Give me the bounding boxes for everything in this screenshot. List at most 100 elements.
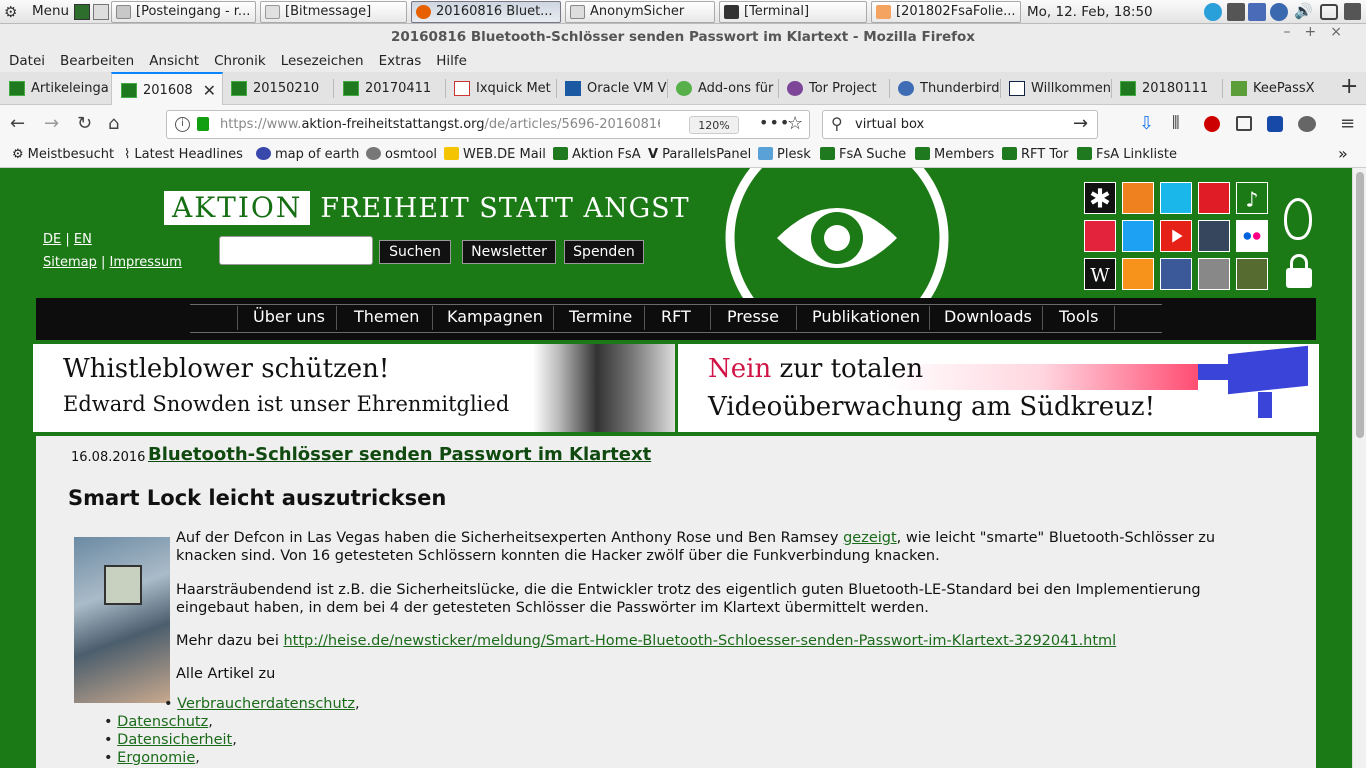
minimize-icon[interactable]: – — [1284, 24, 1305, 40]
menu-ansicht[interactable]: Ansicht — [149, 53, 199, 69]
vimeo-icon[interactable] — [1160, 182, 1192, 214]
tab[interactable]: 20170411 — [334, 72, 446, 105]
bookmark-fsa-linkliste[interactable]: FsA Linkliste — [1077, 147, 1177, 162]
impressum-link[interactable]: Impressum — [110, 255, 182, 270]
page-scrollbar[interactable] — [1352, 168, 1366, 768]
page-actions-icon[interactable]: ••• — [759, 113, 790, 132]
youtube-icon[interactable] — [1160, 220, 1192, 252]
bookmark-rft-tor[interactable]: RFT Tor — [1002, 147, 1068, 162]
sidebar-icon[interactable] — [1236, 116, 1252, 131]
bookmark-aktion-fsa[interactable]: Aktion FsA — [553, 147, 641, 162]
zoom-indicator[interactable]: 120% — [689, 116, 739, 134]
nav-downloads[interactable]: Downloads — [944, 305, 1032, 329]
tab[interactable]: Willkommen — [1000, 72, 1112, 105]
terminal-launcher-icon[interactable] — [74, 4, 90, 20]
menu-datei[interactable]: Datei — [9, 53, 45, 69]
telegram-tray-icon[interactable] — [1204, 3, 1222, 21]
rss-icon[interactable] — [1122, 182, 1154, 214]
menu-hilfe[interactable]: Hilfe — [436, 53, 467, 69]
downloads-icon[interactable]: ⇩ — [1139, 113, 1154, 135]
close-icon[interactable]: × — [1330, 24, 1356, 40]
search-input[interactable]: virtual box — [855, 117, 924, 132]
scrollbar-thumb[interactable] — [1356, 172, 1364, 438]
bookmark-parallelspanel[interactable]: V ParallelsPanel — [648, 147, 751, 162]
wikipedia-icon[interactable]: W — [1084, 258, 1116, 290]
url-bar[interactable]: i https://www.aktion-freiheitstattangst.… — [166, 110, 810, 139]
window-controls[interactable]: –+× — [1284, 24, 1356, 50]
more-bookmarks-icon[interactable]: » — [1338, 144, 1348, 163]
nav-tools[interactable]: Tools — [1059, 305, 1098, 329]
tab[interactable]: 20180111 — [1111, 72, 1223, 105]
bookmark-latest-headlines[interactable]: ⌇ Latest Headlines — [124, 147, 243, 162]
nav-publikationen[interactable]: Publikationen — [812, 305, 920, 329]
shield-tray-icon[interactable] — [1270, 3, 1288, 21]
hamburger-menu-icon[interactable]: ≡ — [1340, 113, 1355, 135]
nav-ueber-uns[interactable]: Über uns — [253, 305, 325, 329]
tumblr-icon[interactable] — [1198, 220, 1230, 252]
volume-icon[interactable]: 🔊 — [1294, 2, 1313, 20]
heise-link[interactable]: http://heise.de/newsticker/meldung/Smart… — [283, 633, 1116, 649]
article-title-link[interactable]: Bluetooth-Schlösser senden Passwort im K… — [148, 444, 651, 465]
facebook-icon[interactable] — [1160, 258, 1192, 290]
nav-themen[interactable]: Themen — [354, 305, 419, 329]
tag-link[interactable]: Verbraucherdatenschutz — [177, 696, 355, 712]
search-go-icon[interactable]: → — [1073, 113, 1088, 134]
tab[interactable]: Oracle VM V — [556, 72, 668, 105]
taskbar-task-mail[interactable]: [Posteingang - r... — [111, 1, 256, 23]
newsletter-button[interactable]: Newsletter — [462, 240, 556, 264]
tab[interactable]: Ixquick Met — [445, 72, 557, 105]
search-button[interactable]: Suchen — [379, 240, 451, 264]
network-tray-icon[interactable] — [1248, 3, 1266, 21]
bookmark-members[interactable]: Members — [915, 147, 994, 162]
taskbar-task-terminal[interactable]: [Terminal] — [719, 1, 867, 23]
tab[interactable]: Artikeleinga — [0, 72, 112, 105]
start-menu-button[interactable]: Menu — [32, 3, 69, 19]
maximize-icon[interactable]: + — [1305, 24, 1331, 40]
menu-bearbeiten[interactable]: Bearbeiten — [60, 53, 134, 69]
tor-onion-icon[interactable] — [1284, 198, 1312, 240]
tag-link[interactable]: Ergonomie — [117, 750, 195, 766]
bookmark-osmtool[interactable]: osmtool — [366, 147, 437, 162]
back-icon[interactable]: ← — [10, 113, 25, 135]
music-note-icon[interactable]: ♪ — [1236, 182, 1268, 214]
star-logo-icon[interactable] — [1236, 258, 1268, 290]
bookmark-star-icon[interactable]: ☆ — [787, 113, 803, 134]
taskbar-task-firefox[interactable]: 20160816 Bluet... — [411, 1, 561, 23]
adblock-icon[interactable] — [1204, 116, 1220, 132]
snowden-banner[interactable]: Whistleblower schützen! Edward Snowden i… — [33, 344, 675, 432]
gear-icon[interactable]: ⚙ — [4, 3, 17, 21]
tag-link[interactable]: Datensicherheit — [117, 732, 232, 748]
nav-rft[interactable]: RFT — [661, 305, 691, 329]
asterisk-icon[interactable]: ✱ — [1084, 182, 1116, 214]
bookmark-fsa-suche[interactable]: FsA Suche — [820, 147, 906, 162]
lock-icon[interactable] — [197, 117, 209, 131]
reload-icon[interactable]: ↻ — [77, 113, 92, 135]
taskbar-task-anonymsicher[interactable]: AnonymSicher — [565, 1, 715, 23]
tab[interactable]: Add-ons für — [667, 72, 779, 105]
tab[interactable]: KeePassX — [1222, 72, 1334, 105]
nav-presse[interactable]: Presse — [727, 305, 779, 329]
tag-link[interactable]: Datenschutz — [117, 714, 208, 730]
video-surveillance-banner[interactable]: Nein zur totalen Videoüberwachung am Süd… — [678, 344, 1319, 432]
twitter-icon[interactable] — [1122, 220, 1154, 252]
nav-kampagnen[interactable]: Kampagnen — [447, 305, 543, 329]
menu-chronik[interactable]: Chronik — [214, 53, 266, 69]
search-bar[interactable]: ⚲ virtual box → — [822, 110, 1098, 139]
library-icon[interactable]: ⫴ — [1172, 113, 1180, 135]
url-text[interactable]: https://www.aktion-freiheitstattangst.or… — [220, 117, 660, 132]
paw-icon[interactable] — [1198, 182, 1230, 214]
info-icon[interactable]: i — [175, 117, 190, 132]
window-launcher-icon[interactable] — [93, 4, 109, 20]
tab[interactable]: Tor Project — [778, 72, 890, 105]
bitcoin-icon[interactable] — [1122, 258, 1154, 290]
bookmark-map-of-earth[interactable]: map of earth — [256, 147, 359, 162]
gezeigt-link[interactable]: gezeigt — [843, 530, 897, 546]
forward-icon[interactable]: → — [44, 113, 59, 135]
sync-tray-icon[interactable] — [1227, 3, 1245, 21]
menu-lesezeichen[interactable]: Lesezeichen — [281, 53, 364, 69]
taskbar-task-presentation[interactable]: [201802FsaFolie... — [871, 1, 1021, 23]
bookmark-plesk[interactable]: Plesk — [758, 147, 811, 162]
screen-tray-icon[interactable] — [1320, 4, 1338, 20]
display-tray-icon[interactable] — [1344, 3, 1361, 20]
donate-button[interactable]: Spenden — [564, 240, 644, 264]
